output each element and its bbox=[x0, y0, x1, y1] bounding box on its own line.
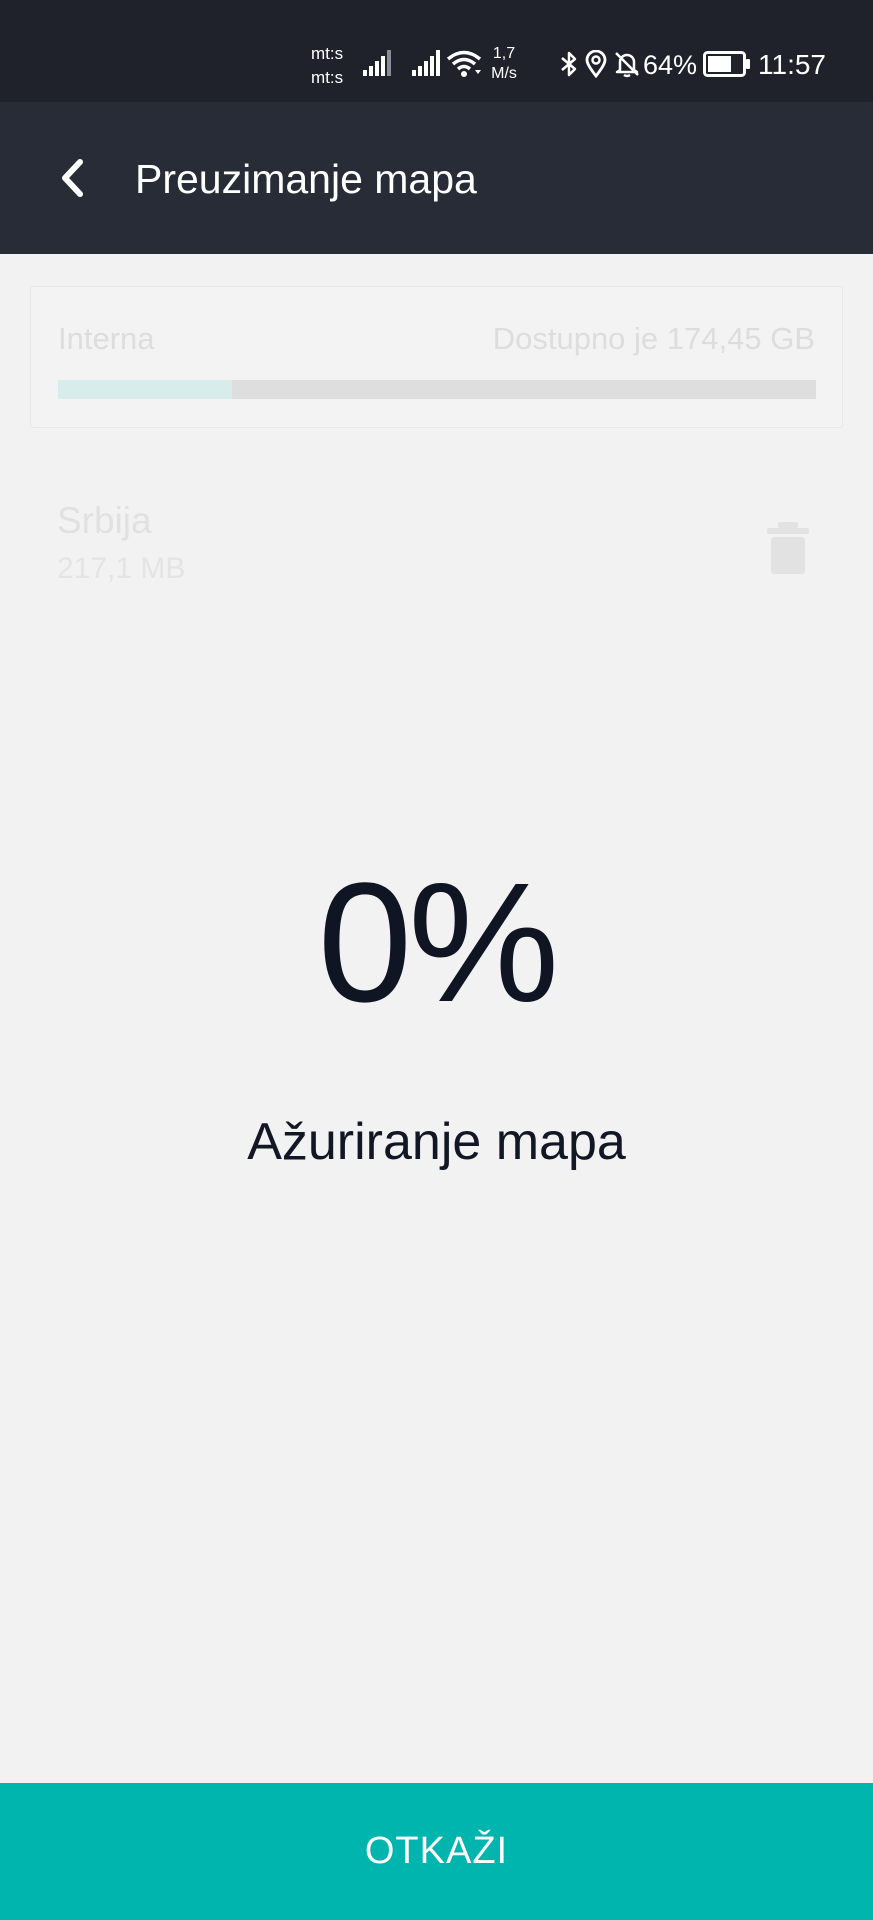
carrier-labels: mt:s mt:s bbox=[311, 42, 351, 90]
chevron-left-icon bbox=[62, 159, 83, 197]
map-name: Srbija bbox=[57, 500, 152, 541]
progress-percent: 0% bbox=[317, 848, 560, 1038]
list-item[interactable]: Srbija 217,1 MB bbox=[0, 490, 873, 600]
back-button[interactable] bbox=[40, 146, 104, 210]
speed-value: 1,7 bbox=[492, 45, 516, 62]
carrier-label-1: mt:s bbox=[311, 44, 344, 63]
cancel-button[interactable]: OTKAŽI bbox=[0, 1783, 873, 1920]
map-size: 217,1 MB bbox=[57, 552, 186, 585]
bluetooth-icon bbox=[561, 51, 577, 77]
clock: 11:57 bbox=[758, 49, 826, 80]
battery-percent: 64% bbox=[643, 50, 698, 80]
carrier-label-2: mt:s bbox=[311, 68, 344, 87]
page-title: Preuzimanje mapa bbox=[135, 156, 477, 202]
status-bar: mt:s mt:s 1,7 M/s 64% 11:57 bbox=[0, 0, 873, 102]
storage-label: Interna bbox=[58, 321, 155, 356]
storage-available: Dostupno je 174,45 GB bbox=[492, 321, 815, 356]
signal-icon bbox=[412, 50, 440, 76]
location-icon bbox=[585, 50, 607, 78]
app-bar: Preuzimanje mapa bbox=[0, 102, 873, 254]
network-speed: 1,7 M/s bbox=[486, 44, 522, 84]
battery-icon bbox=[703, 51, 750, 77]
bell-off-icon bbox=[615, 52, 639, 78]
wifi-icon bbox=[446, 50, 482, 77]
storage-progress-bar bbox=[58, 380, 816, 399]
speed-unit: M/s bbox=[491, 65, 517, 82]
trash-icon[interactable] bbox=[763, 520, 813, 576]
storage-card: Interna Dostupno je 174,45 GB bbox=[30, 286, 843, 428]
signal-icon bbox=[363, 50, 391, 76]
storage-progress-fill bbox=[58, 380, 233, 399]
progress-status: Ažuriranje mapa bbox=[247, 1113, 626, 1171]
